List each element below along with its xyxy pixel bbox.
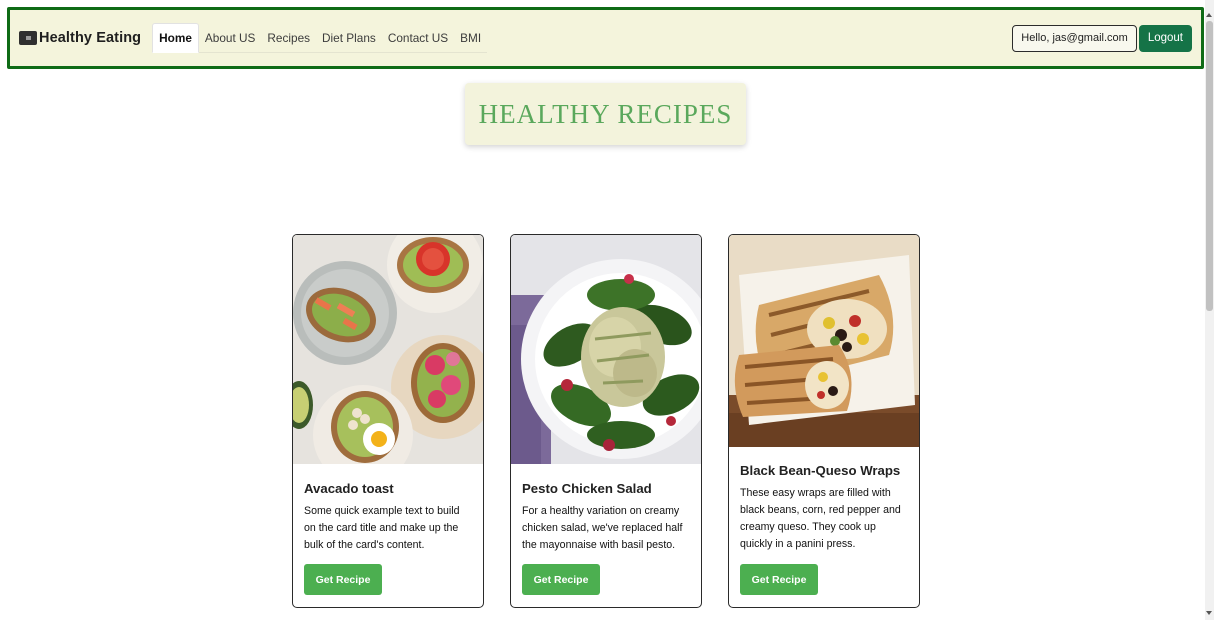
recipe-card-bean-queso-wraps: Black Bean-Queso Wraps These easy wraps …: [728, 234, 920, 608]
card-body: Black Bean-Queso Wraps These easy wraps …: [740, 463, 909, 553]
brand[interactable]: Healthy Eating: [19, 30, 141, 46]
get-recipe-button[interactable]: Get Recipe: [740, 564, 818, 595]
nav-link-contact[interactable]: Contact US: [382, 23, 454, 53]
card-title: Pesto Chicken Salad: [522, 481, 652, 496]
avocado-toast-image: [293, 235, 483, 464]
nav-link-about[interactable]: About US: [199, 23, 262, 53]
logout-button[interactable]: Logout: [1138, 24, 1192, 52]
brand-name: Healthy Eating: [39, 30, 142, 46]
bean-queso-wraps-image: [729, 235, 919, 447]
scroll-down-icon[interactable]: [1206, 611, 1212, 615]
card-text: For a healthy variation on creamy chicke…: [522, 505, 683, 551]
recipe-card-pesto-chicken-salad: Pesto Chicken Salad For a healthy variat…: [510, 234, 702, 608]
brand-logo-icon: [19, 31, 37, 45]
nav-link-home[interactable]: Home: [152, 22, 199, 53]
card-text: Some quick example text to build on the …: [304, 505, 460, 551]
recipe-card-avocado-toast: Avacado toast Some quick example text to…: [292, 234, 484, 608]
card-body: Pesto Chicken Salad For a healthy variat…: [522, 481, 691, 554]
page-title: HEALTHY RECIPES: [478, 98, 733, 129]
scroll-up-icon[interactable]: [1206, 13, 1212, 17]
get-recipe-button[interactable]: Get Recipe: [304, 564, 382, 595]
navbar: Healthy Eating Home About US Recipes Die…: [7, 7, 1204, 69]
nav-link-bmi[interactable]: BMI: [454, 23, 487, 53]
page-title-box: HEALTHY RECIPES: [465, 83, 746, 145]
nav-link-recipes[interactable]: Recipes: [261, 23, 316, 53]
card-title: Black Bean-Queso Wraps: [740, 463, 901, 478]
pesto-chicken-salad-image: [511, 235, 701, 464]
card-body: Avacado toast Some quick example text to…: [304, 481, 473, 554]
nav-user-area: Hello, jas@gmail.com Logout: [1012, 24, 1192, 52]
card-text: These easy wraps are filled with black b…: [740, 487, 901, 550]
page-scrollbar[interactable]: [1205, 0, 1214, 620]
nav-link-diet-plans[interactable]: Diet Plans: [316, 23, 382, 53]
nav-links: Home About US Recipes Diet Plans Contact…: [152, 22, 488, 53]
get-recipe-button[interactable]: Get Recipe: [522, 564, 600, 595]
scroll-thumb[interactable]: [1206, 21, 1213, 311]
card-title: Avacado toast: [304, 481, 394, 496]
user-greeting: Hello, jas@gmail.com: [1012, 24, 1137, 52]
